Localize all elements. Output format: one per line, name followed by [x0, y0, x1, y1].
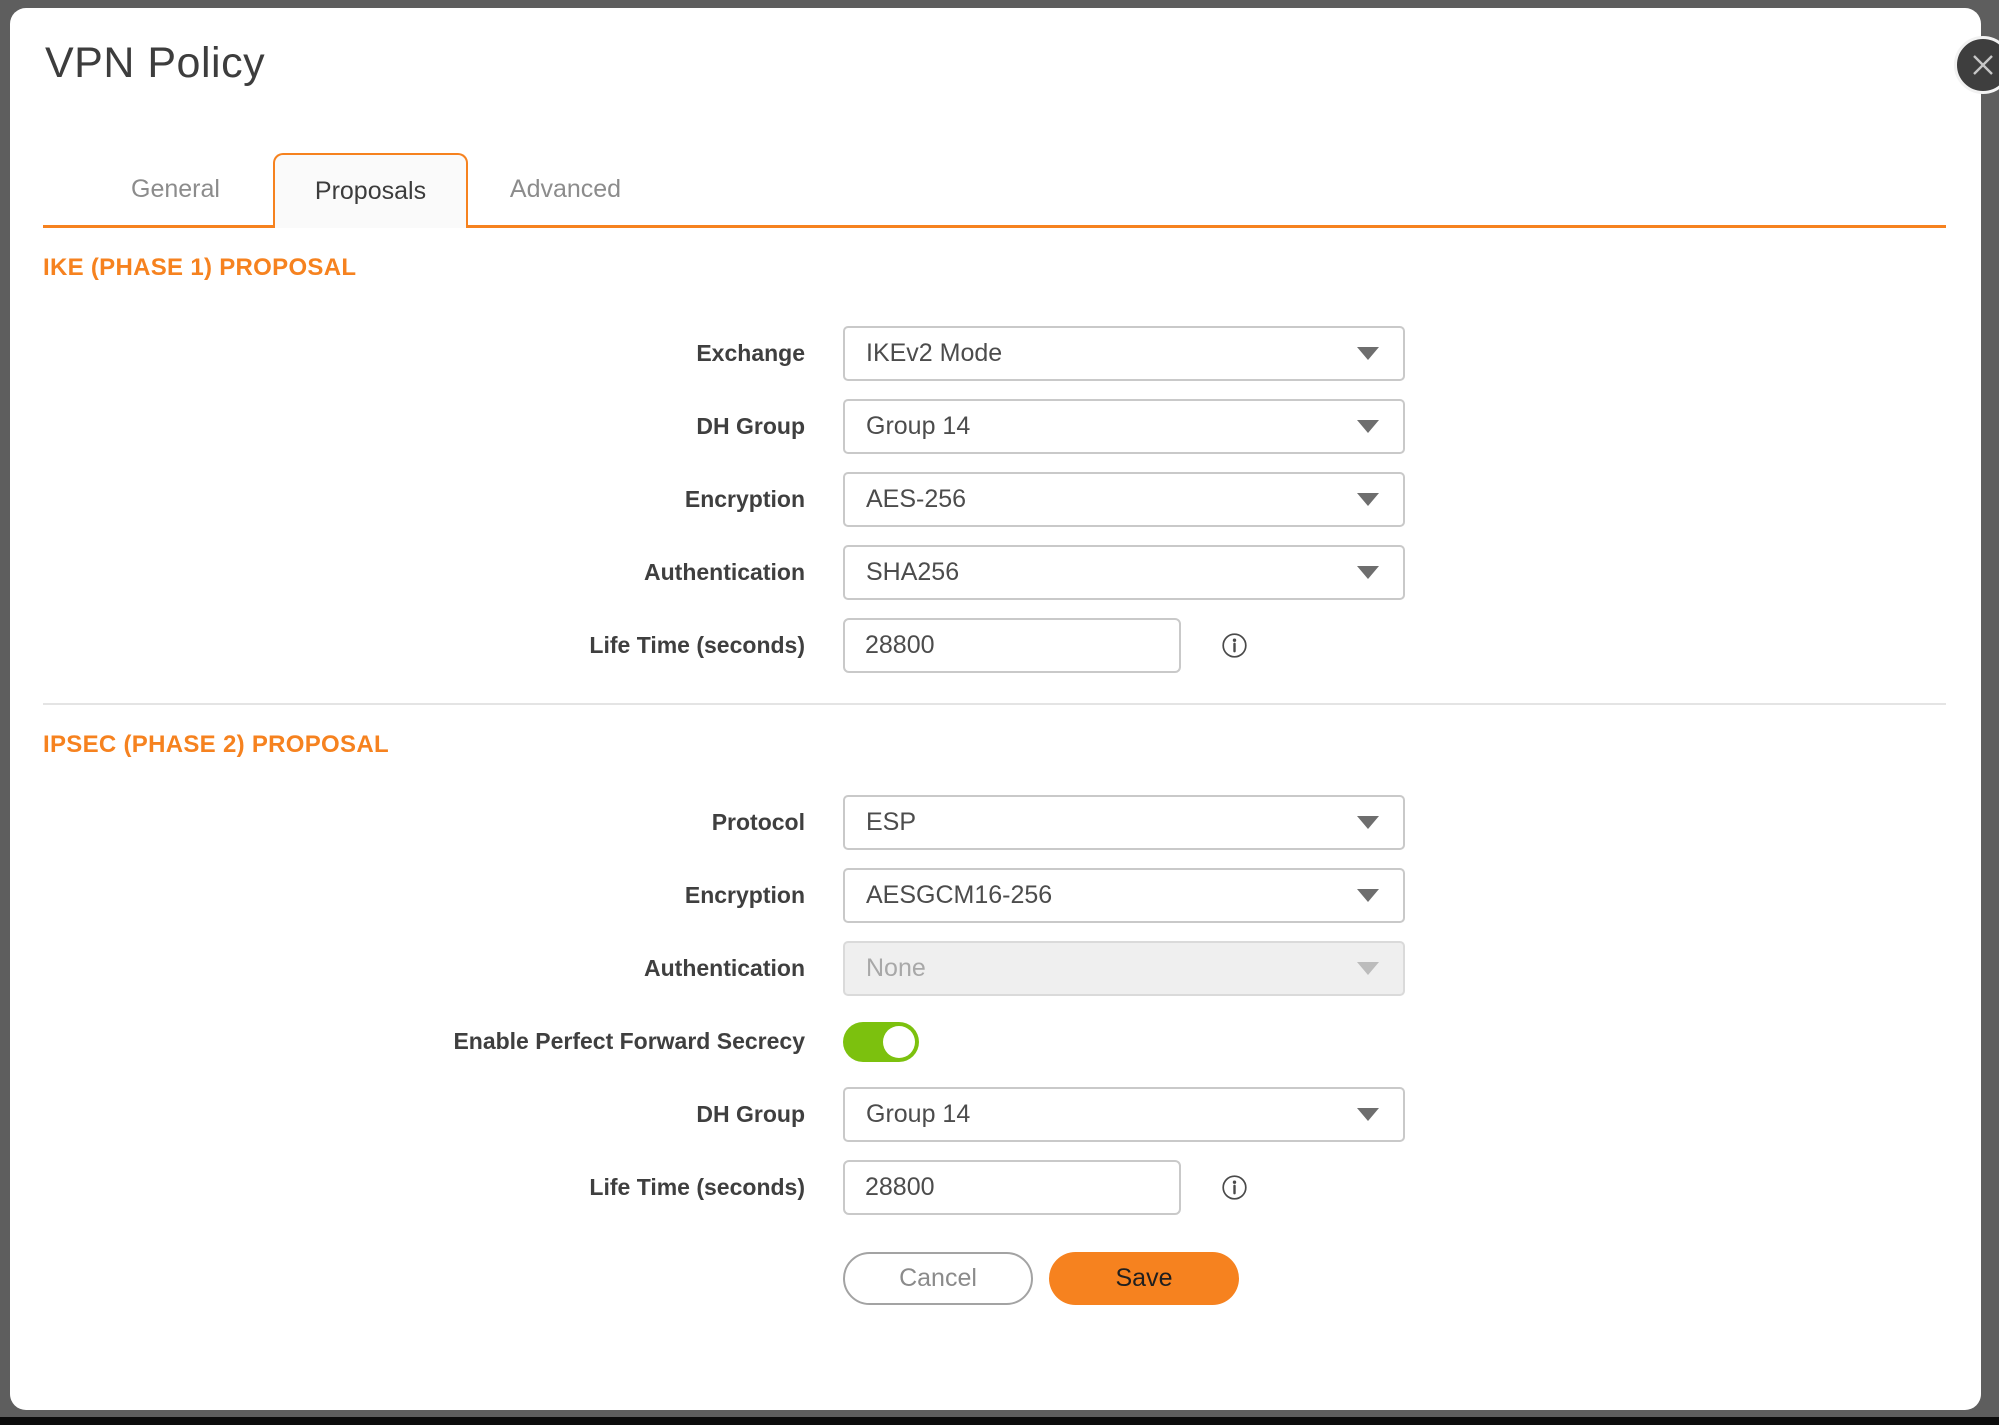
form-row-dh-group-p2: DH Group Group 14 [43, 1087, 1981, 1142]
form-row-authentication: Authentication SHA256 [43, 545, 1981, 600]
life-time-p2-label: Life Time (seconds) [43, 1174, 805, 1201]
dh-group-p2-select-value: Group 14 [866, 1100, 970, 1129]
vpn-policy-dialog: VPN Policy General Proposals Advanced IK… [10, 8, 1981, 1410]
encryption-p2-select[interactable]: AESGCM16-256 [843, 868, 1405, 923]
tab-general[interactable]: General [78, 153, 273, 225]
encryption-p2-label: Encryption [43, 882, 805, 909]
dh-group-select-value: Group 14 [866, 412, 970, 441]
authentication-label: Authentication [43, 559, 805, 586]
tab-bar: General Proposals Advanced [43, 153, 1946, 228]
dh-group-select[interactable]: Group 14 [843, 399, 1405, 454]
tab-proposals[interactable]: Proposals [273, 153, 468, 228]
window-bottom-edge [0, 1417, 1999, 1425]
toggle-knob [883, 1026, 915, 1058]
phase1-section-heading: IKE (PHASE 1) PROPOSAL [43, 254, 1981, 282]
dialog-footer: Cancel Save [843, 1252, 1981, 1305]
encryption-select-value: AES-256 [866, 485, 966, 514]
form-row-life-time: Life Time (seconds) [43, 618, 1981, 673]
dh-group-label: DH Group [43, 413, 805, 440]
life-time-input[interactable] [843, 618, 1181, 673]
cancel-button[interactable]: Cancel [843, 1252, 1033, 1305]
form-row-life-time-p2: Life Time (seconds) [43, 1160, 1981, 1215]
protocol-select[interactable]: ESP [843, 795, 1405, 850]
info-icon[interactable] [1221, 1174, 1248, 1201]
chevron-down-icon [1357, 816, 1379, 829]
form-row-dh-group: DH Group Group 14 [43, 399, 1981, 454]
chevron-down-icon [1357, 347, 1379, 360]
page-title: VPN Policy [45, 38, 1981, 88]
chevron-down-icon [1357, 1108, 1379, 1121]
phase2-section-heading: IPSEC (PHASE 2) PROPOSAL [43, 731, 1981, 759]
form-row-pfs: Enable Perfect Forward Secrecy [43, 1014, 1981, 1069]
save-button[interactable]: Save [1049, 1252, 1239, 1305]
form-row-encryption: Encryption AES-256 [43, 472, 1981, 527]
form-row-protocol: Protocol ESP [43, 795, 1981, 850]
authentication-p2-label: Authentication [43, 955, 805, 982]
authentication-select-value: SHA256 [866, 558, 959, 587]
chevron-down-icon [1357, 493, 1379, 506]
exchange-select[interactable]: IKEv2 Mode [843, 326, 1405, 381]
authentication-p2-select-disabled: None [843, 941, 1405, 996]
authentication-select[interactable]: SHA256 [843, 545, 1405, 600]
pfs-toggle-on[interactable] [843, 1022, 919, 1062]
phase2-form: Protocol ESP Encryption AESGCM16-256 [43, 795, 1981, 1305]
exchange-label: Exchange [43, 340, 805, 367]
life-time-label: Life Time (seconds) [43, 632, 805, 659]
dh-group-p2-label: DH Group [43, 1101, 805, 1128]
form-row-encryption-p2: Encryption AESGCM16-256 [43, 868, 1981, 923]
encryption-p2-select-value: AESGCM16-256 [866, 881, 1052, 910]
protocol-select-value: ESP [866, 808, 916, 837]
form-row-exchange: Exchange IKEv2 Mode [43, 326, 1981, 381]
chevron-down-icon [1357, 889, 1379, 902]
section-divider [43, 703, 1946, 705]
dh-group-p2-select[interactable]: Group 14 [843, 1087, 1405, 1142]
close-icon [1969, 51, 1997, 79]
protocol-label: Protocol [43, 809, 805, 836]
pfs-label: Enable Perfect Forward Secrecy [43, 1028, 805, 1055]
encryption-label: Encryption [43, 486, 805, 513]
dialog-content: IKE (PHASE 1) PROPOSAL Exchange IKEv2 Mo… [10, 254, 1981, 1305]
chevron-down-icon [1357, 420, 1379, 433]
chevron-down-icon [1357, 962, 1379, 975]
authentication-p2-select-value: None [866, 954, 926, 983]
life-time-p2-input[interactable] [843, 1160, 1181, 1215]
encryption-select[interactable]: AES-256 [843, 472, 1405, 527]
info-icon[interactable] [1221, 632, 1248, 659]
exchange-select-value: IKEv2 Mode [866, 339, 1002, 368]
chevron-down-icon [1357, 566, 1379, 579]
form-row-authentication-p2: Authentication None [43, 941, 1981, 996]
tab-advanced[interactable]: Advanced [468, 153, 663, 225]
phase1-form: Exchange IKEv2 Mode DH Group Group 14 [43, 326, 1981, 673]
